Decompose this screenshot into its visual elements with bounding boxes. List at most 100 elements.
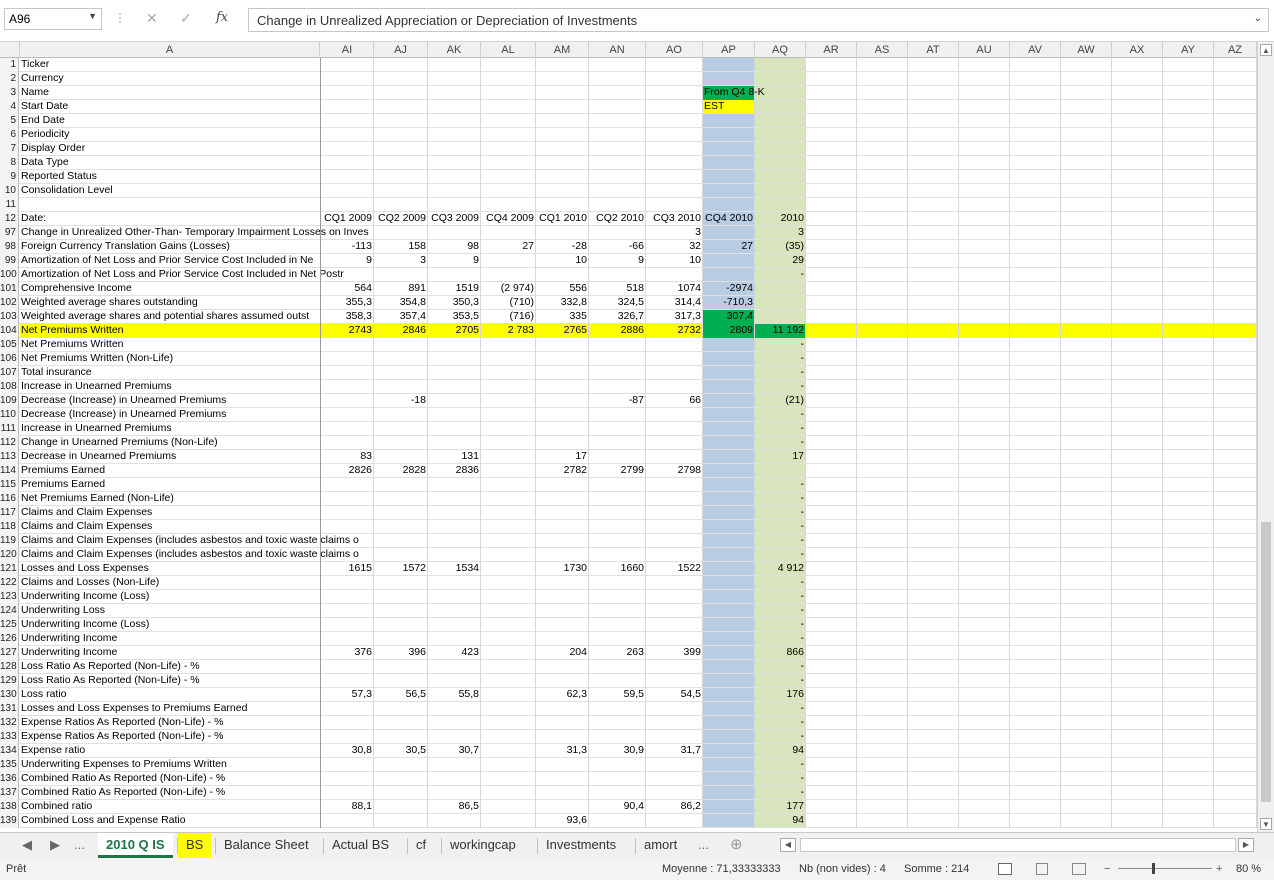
cell-aq[interactable]: -	[755, 422, 806, 436]
cell[interactable]	[1010, 268, 1061, 282]
cell-al[interactable]	[481, 198, 536, 212]
cell[interactable]	[806, 506, 857, 520]
cell[interactable]	[1010, 492, 1061, 506]
cell[interactable]	[1163, 254, 1214, 268]
cell[interactable]	[908, 576, 959, 590]
cell[interactable]	[1214, 268, 1257, 282]
cell[interactable]	[857, 772, 908, 786]
cell-ao[interactable]	[646, 786, 703, 800]
cell[interactable]	[1163, 226, 1214, 240]
cell-a-label[interactable]: Underwriting Income	[20, 646, 118, 660]
cell[interactable]	[1061, 800, 1112, 814]
cell-a-label[interactable]: Consolidation Level	[20, 184, 114, 198]
cell-ap[interactable]	[703, 408, 755, 422]
cell-ai[interactable]: 88,1	[321, 800, 374, 814]
cell-a-label[interactable]: Loss Ratio As Reported (Non-Life) - %	[20, 660, 201, 674]
tab-cf[interactable]: cf	[408, 833, 434, 858]
cell-a-label[interactable]: Decrease (Increase) in Unearned Premiums	[20, 394, 227, 408]
cell[interactable]	[806, 296, 857, 310]
cell[interactable]	[1010, 58, 1061, 72]
cell[interactable]	[908, 716, 959, 730]
cell[interactable]	[959, 394, 1010, 408]
cell-ao[interactable]	[646, 716, 703, 730]
cell-a-label[interactable]: Increase in Unearned Premiums	[20, 380, 173, 394]
cell[interactable]	[959, 226, 1010, 240]
cell[interactable]	[959, 380, 1010, 394]
column-header-ax[interactable]: AX	[1112, 42, 1163, 58]
cell-ai[interactable]	[321, 338, 374, 352]
cell-al[interactable]	[481, 422, 536, 436]
cell-ak[interactable]: 30,7	[428, 744, 481, 758]
cell[interactable]	[1061, 436, 1112, 450]
cell-al[interactable]	[481, 660, 536, 674]
cell-ap[interactable]	[703, 604, 755, 618]
cell[interactable]	[1112, 212, 1163, 226]
row-number[interactable]: 4	[0, 100, 19, 114]
cell[interactable]	[1214, 492, 1257, 506]
cell[interactable]	[1010, 422, 1061, 436]
cell-am[interactable]: 2765	[536, 324, 589, 338]
cell-al[interactable]	[481, 170, 536, 184]
cell-aj[interactable]	[374, 198, 428, 212]
cell[interactable]	[959, 450, 1010, 464]
cell-ak[interactable]	[428, 170, 481, 184]
cell[interactable]	[1010, 282, 1061, 296]
cell[interactable]	[857, 254, 908, 268]
cell-am[interactable]	[536, 786, 589, 800]
cell[interactable]	[959, 534, 1010, 548]
cell-ak[interactable]	[428, 590, 481, 604]
cell[interactable]	[1112, 282, 1163, 296]
cell-ak[interactable]	[428, 786, 481, 800]
cell[interactable]	[1214, 198, 1257, 212]
cell[interactable]	[1163, 310, 1214, 324]
cell[interactable]	[1061, 212, 1112, 226]
cell[interactable]	[959, 436, 1010, 450]
cell[interactable]	[857, 366, 908, 380]
cell-ap[interactable]	[703, 576, 755, 590]
cell[interactable]	[806, 254, 857, 268]
cell[interactable]	[806, 422, 857, 436]
cell-ak[interactable]	[428, 338, 481, 352]
cell[interactable]	[1010, 786, 1061, 800]
cell[interactable]	[959, 114, 1010, 128]
cell[interactable]	[1214, 156, 1257, 170]
cell-ak[interactable]	[428, 758, 481, 772]
cell-ao[interactable]: 66	[646, 394, 703, 408]
cell[interactable]	[857, 268, 908, 282]
row-number[interactable]: 113	[0, 450, 19, 464]
cell-ak[interactable]	[428, 548, 481, 562]
cell-ai[interactable]	[321, 492, 374, 506]
cell-ak[interactable]	[428, 198, 481, 212]
cell[interactable]	[806, 226, 857, 240]
cell-am[interactable]	[536, 702, 589, 716]
cell[interactable]	[1112, 422, 1163, 436]
cell-am[interactable]: 204	[536, 646, 589, 660]
cell-aq[interactable]: -	[755, 786, 806, 800]
cell[interactable]	[1010, 646, 1061, 660]
cell[interactable]	[1010, 226, 1061, 240]
cell-ap[interactable]	[703, 128, 755, 142]
cell-a-label[interactable]: Name	[20, 86, 50, 100]
cell[interactable]	[1061, 100, 1112, 114]
cell-al[interactable]	[481, 366, 536, 380]
cell[interactable]	[806, 632, 857, 646]
cell-a-label[interactable]: Change in Unearned Premiums (Non-Life)	[20, 436, 219, 450]
cell[interactable]	[908, 268, 959, 282]
row-number[interactable]: 9	[0, 170, 19, 184]
cell-a-label[interactable]: Losses and Loss Expenses to Premiums Ear…	[20, 702, 248, 716]
cell-al[interactable]	[481, 506, 536, 520]
cell[interactable]	[1010, 688, 1061, 702]
cell-ai[interactable]: -113	[321, 240, 374, 254]
cell[interactable]	[1112, 520, 1163, 534]
cell-ao[interactable]: 54,5	[646, 688, 703, 702]
cell[interactable]	[857, 310, 908, 324]
cell-ao[interactable]: 3	[646, 226, 703, 240]
cell-aj[interactable]: 56,5	[374, 688, 428, 702]
cell-ao[interactable]: 10	[646, 254, 703, 268]
cell-an[interactable]	[589, 128, 646, 142]
cell-aq[interactable]: 176	[755, 688, 806, 702]
cell-am[interactable]	[536, 604, 589, 618]
cell[interactable]	[1214, 632, 1257, 646]
cell-ap[interactable]	[703, 142, 755, 156]
cell-am[interactable]: 10	[536, 254, 589, 268]
